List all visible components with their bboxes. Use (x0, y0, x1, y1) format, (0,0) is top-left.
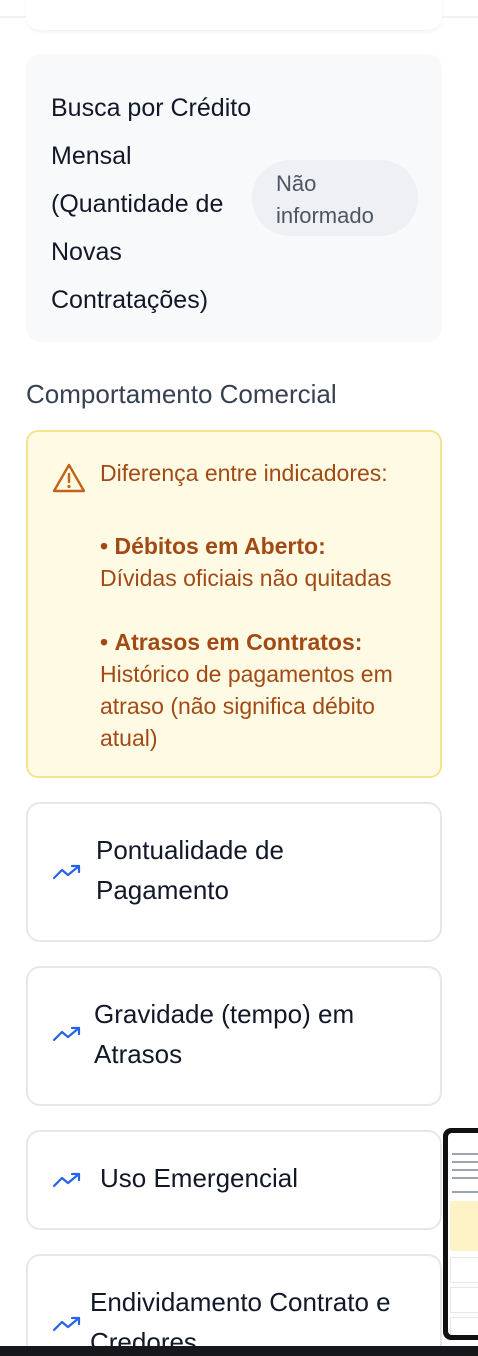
bottom-bar (0, 1346, 478, 1356)
preview-card (450, 1257, 478, 1283)
preview-line (452, 1153, 478, 1155)
preview-line (452, 1169, 478, 1171)
trending-up-icon (52, 1172, 81, 1188)
warning-item-desc: Dívidas oficiais não quitadas (100, 565, 392, 591)
info-card: Busca por Crédito Mensal (Quantidade de … (26, 54, 442, 342)
warning-item-desc: Histórico de pagamentos em atraso (não s… (100, 661, 393, 751)
trending-up-icon (52, 864, 81, 880)
card-pontualidade[interactable]: Pontualidade de Pagamento (26, 802, 442, 942)
warning-item-term: Atrasos em Contratos: (114, 629, 363, 655)
trending-up-icon (52, 1026, 81, 1042)
trending-up-icon (52, 1316, 81, 1332)
preview-warning (450, 1201, 478, 1251)
warning-title: Diferença entre indicadores: (100, 460, 388, 486)
status-badge: Não informado (252, 160, 418, 236)
warning-callout: Diferença entre indicadores: • Débitos e… (26, 430, 442, 778)
card-title: Uso Emergencial (100, 1163, 298, 1193)
preview-content (448, 1133, 478, 1335)
card-uso-emergencial[interactable]: Uso Emergencial (26, 1130, 442, 1230)
card-title: Pontualidade de Pagamento (96, 835, 284, 905)
warning-item-term: Débitos em Aberto: (114, 533, 326, 559)
card-endividamento[interactable]: Endividamento Contrato e Credores (26, 1254, 442, 1356)
preview-line (452, 1161, 478, 1163)
warning-triangle-icon (52, 463, 86, 493)
screenshot-preview-thumbnail[interactable] (443, 1128, 478, 1340)
preview-line (452, 1177, 478, 1179)
warning-item-atrasos: • Atrasos em Contratos: Histórico de pag… (100, 626, 420, 754)
previous-card-edge (26, 0, 442, 30)
bullet: • (100, 533, 109, 559)
warning-item-debitos: • Débitos em Aberto: Dívidas oficiais nã… (100, 530, 420, 594)
info-label: Busca por Crédito Mensal (Quantidade de … (51, 94, 252, 314)
bullet: • (100, 629, 109, 655)
preview-card (450, 1317, 478, 1335)
card-title: Gravidade (tempo) em Atrasos (94, 999, 355, 1069)
section-title: Comportamento Comercial (26, 379, 337, 409)
preview-line (452, 1191, 478, 1193)
card-gravidade[interactable]: Gravidade (tempo) em Atrasos (26, 966, 442, 1106)
card-title: Endividamento Contrato e Credores (90, 1287, 391, 1356)
preview-card (450, 1287, 478, 1313)
